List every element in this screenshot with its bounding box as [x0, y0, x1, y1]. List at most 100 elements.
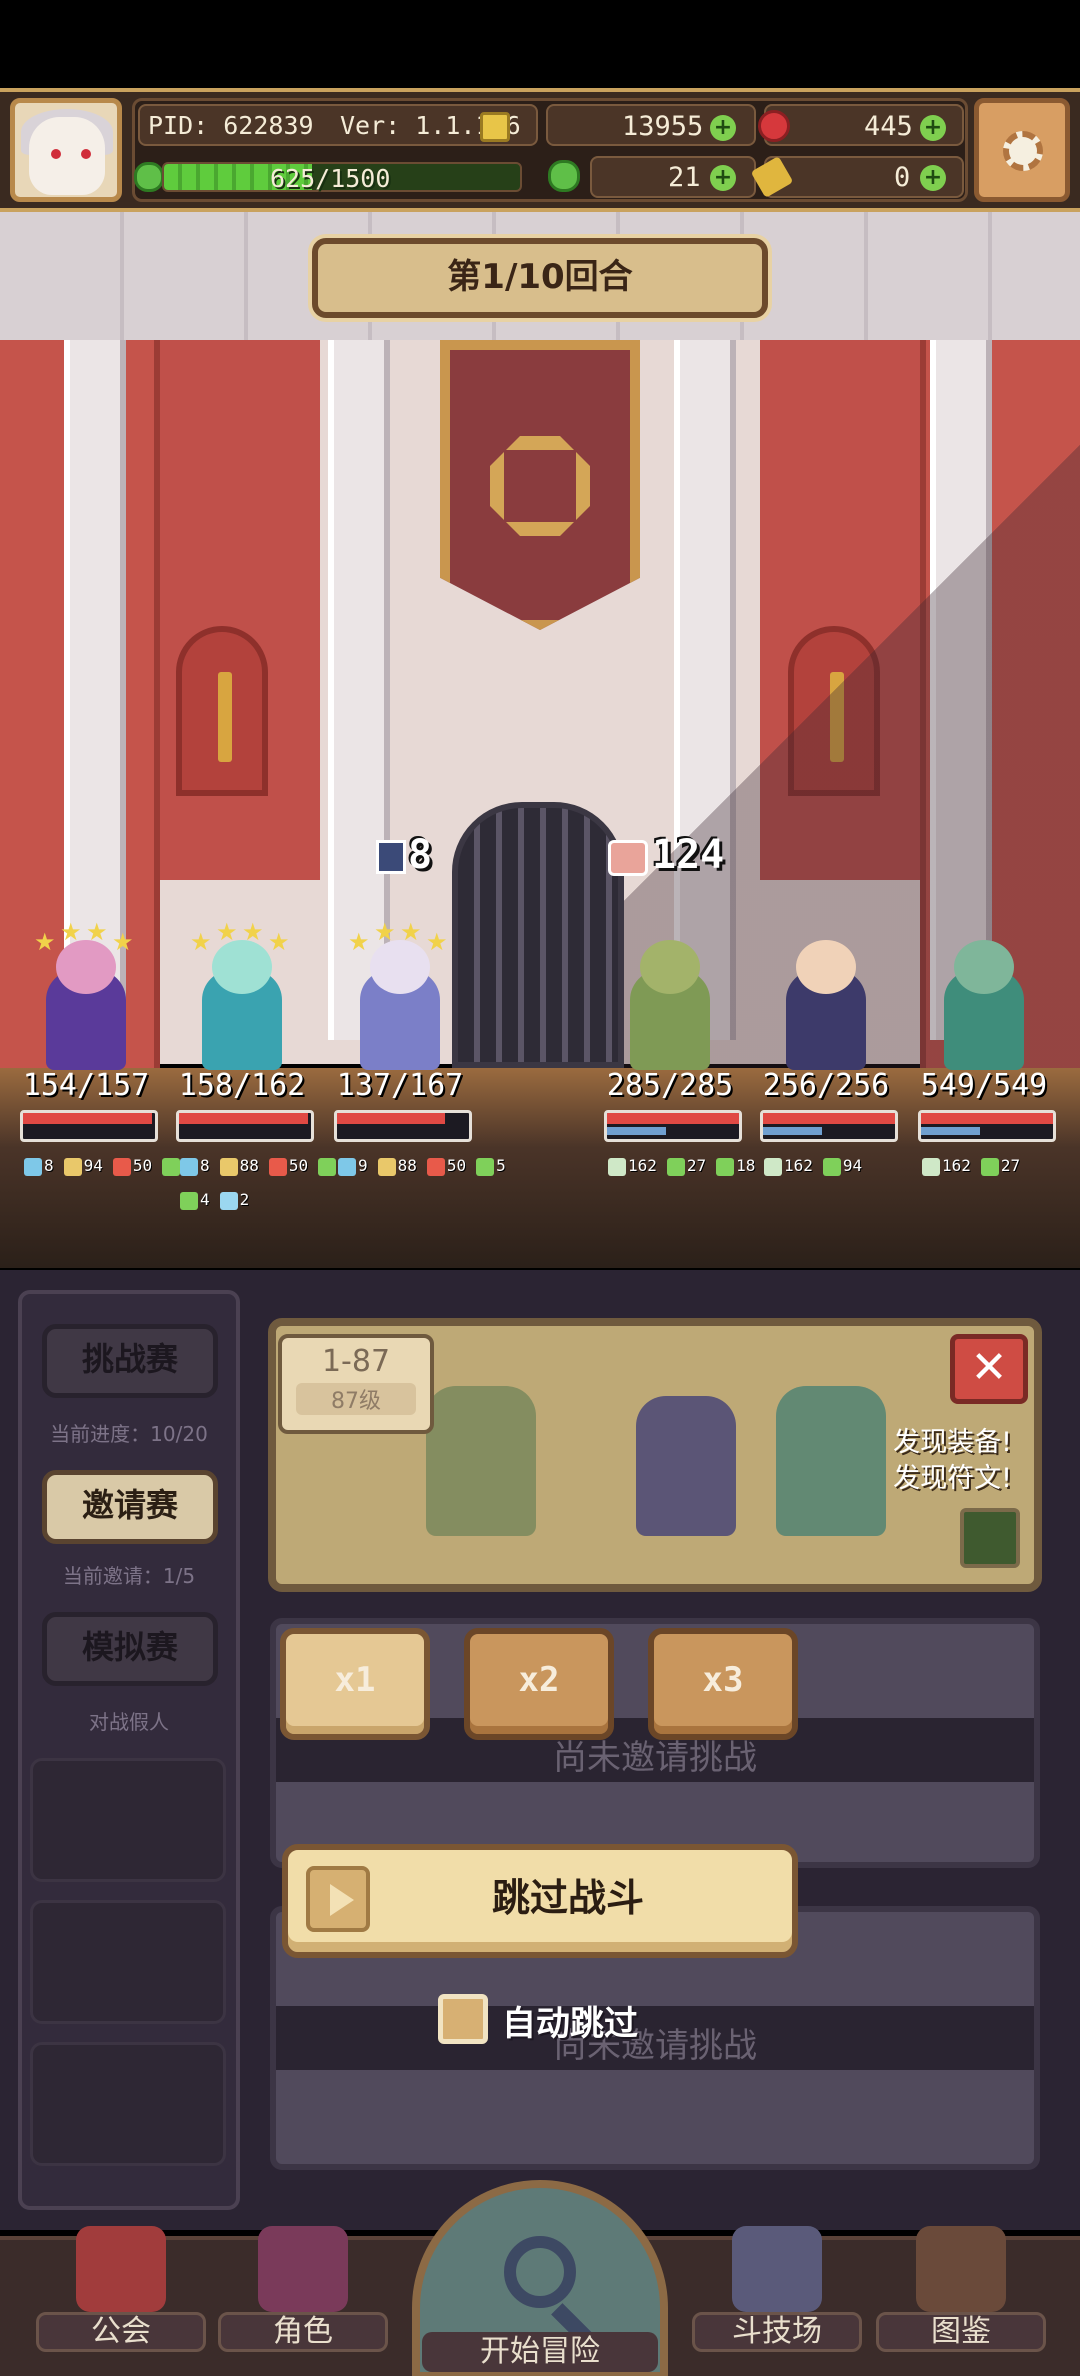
add-gem-plus-icon[interactable]: + — [920, 115, 946, 141]
gold-coin-icon — [480, 112, 510, 142]
player-id: PID: 622839 — [148, 111, 314, 140]
found-rune-text: 发现符文! — [893, 1463, 1012, 1494]
buff-row: 888504 — [180, 1156, 358, 1176]
arrow-icon — [716, 1157, 735, 1176]
found-equipment-text: 发现装备! — [893, 1427, 1012, 1458]
cap-icon — [268, 1157, 287, 1176]
shield-icon — [180, 1157, 198, 1176]
round-counter: 第1/10回合 — [447, 257, 633, 297]
star-icon: ★ — [348, 928, 370, 956]
round-banner: 第1/10回合 — [312, 238, 768, 318]
unit-head — [796, 940, 856, 994]
skull-icon — [922, 1157, 940, 1176]
star-icon: ★ — [374, 918, 396, 946]
enemy-unit[interactable] — [610, 920, 730, 1070]
ally-unit[interactable]: ★ ★ ★ ★ — [26, 918, 146, 1070]
buff-value: 5 — [496, 1156, 506, 1175]
hp-bar-fill — [23, 1113, 153, 1124]
nav-adventure-label: 开始冒险 — [422, 2332, 658, 2372]
star-icon: ★ — [400, 918, 422, 946]
speed-x2-button[interactable]: x2 — [464, 1628, 614, 1740]
portcullis-gate — [452, 802, 624, 1068]
star-icon: ★ — [34, 928, 56, 956]
invite-mode-button[interactable]: 邀请赛 — [42, 1470, 218, 1544]
hp-bar — [604, 1110, 742, 1142]
energy-bar-fill — [607, 1127, 667, 1135]
enemy-unit[interactable] — [924, 920, 1044, 1070]
buff-value: 162 — [942, 1156, 971, 1175]
nav-guild[interactable]: 公会 — [36, 2226, 206, 2352]
thumbs-up-button[interactable] — [960, 1508, 1020, 1568]
arrow-icon — [980, 1157, 999, 1176]
red-gem-icon — [758, 110, 790, 142]
empty-slot — [30, 1758, 226, 1882]
simulation-subtitle: 对战假人 — [89, 1710, 169, 1734]
hammer-amount: 0 — [894, 162, 911, 193]
ally-unit[interactable]: ★ ★ ★ ★ — [340, 918, 460, 1070]
simulation-mode-button[interactable]: 模拟赛 — [42, 1612, 218, 1686]
arrow-icon — [318, 1157, 337, 1176]
crossed-swords-icon — [732, 2226, 822, 2312]
stage-number: 1-87 — [321, 1344, 391, 1379]
nav-character-label: 角色 — [218, 2312, 388, 2352]
buff-row: 162 27 — [922, 1156, 1030, 1176]
settings-button[interactable] — [974, 98, 1070, 202]
unit-head — [212, 940, 272, 994]
hp-bar-fill — [921, 1113, 1053, 1124]
close-button[interactable]: ✕ — [950, 1334, 1028, 1404]
ally-unit[interactable]: ★ ★ ★ ★ — [182, 918, 302, 1070]
enemy-unit[interactable] — [766, 920, 886, 1070]
red-wall-panel — [160, 340, 320, 880]
unit-head — [954, 940, 1014, 994]
speed-x1-button[interactable]: x1 — [280, 1628, 430, 1740]
nav-guild-label: 公会 — [36, 2312, 206, 2352]
hp-bar-fill — [763, 1113, 895, 1124]
buff-value: 88 — [397, 1156, 417, 1175]
nav-arena[interactable]: 斗技场 — [692, 2226, 862, 2352]
buff-value: 94 — [83, 1156, 103, 1175]
buff-value: 4 — [200, 1190, 210, 1209]
buff-row: 42 — [180, 1190, 259, 1210]
nav-codex[interactable]: 图鉴 — [876, 2226, 1046, 2352]
arrow-icon — [666, 1157, 685, 1176]
skull-icon — [608, 1157, 626, 1176]
nav-arena-label: 斗技场 — [692, 2312, 862, 2352]
empty-slot — [30, 1900, 226, 2024]
unit-head — [370, 940, 430, 994]
speed-x3-button[interactable]: x3 — [648, 1628, 798, 1740]
buff-row: 162 94 — [764, 1156, 872, 1176]
hp-text: 549/549 — [920, 1068, 1048, 1103]
avatar-eye — [51, 149, 61, 159]
buff-value: 27 — [686, 1156, 707, 1175]
star-icon: ★ — [60, 918, 82, 946]
nav-character[interactable]: 角色 — [218, 2226, 388, 2352]
shield-icon — [338, 1157, 356, 1176]
fist-icon — [608, 840, 648, 876]
sword-icon — [218, 672, 232, 762]
character-face-icon — [258, 2226, 348, 2312]
gem-amount: 445 — [864, 111, 913, 142]
star-icon: ★ — [242, 918, 264, 946]
skip-battle-button[interactable]: 跳过战斗 — [282, 1844, 798, 1958]
add-hammer-plus-icon[interactable]: + — [920, 165, 946, 191]
skull-icon — [764, 1157, 782, 1176]
cap-icon — [426, 1157, 445, 1176]
sword-niche — [176, 626, 268, 796]
hp-text: 256/256 — [762, 1068, 890, 1103]
invite-progress: 当前邀请：1/5 — [62, 1564, 196, 1588]
clover-icon — [548, 160, 580, 192]
add-clover-plus-icon[interactable]: + — [710, 165, 736, 191]
player-avatar[interactable] — [10, 98, 122, 202]
buff-value: 88 — [239, 1156, 259, 1175]
exp-clover-icon — [134, 162, 164, 192]
unit-head — [56, 940, 116, 994]
avatar-face — [29, 117, 105, 195]
hp-bar-fill — [337, 1113, 446, 1124]
book-icon — [916, 2226, 1006, 2312]
add-gold-plus-icon[interactable]: + — [710, 115, 736, 141]
buff-row: 894504 — [24, 1156, 202, 1176]
shield-icon — [24, 1157, 42, 1176]
challenge-mode-button[interactable]: 挑战赛 — [42, 1324, 218, 1398]
auto-skip-checkbox[interactable] — [438, 1994, 488, 2044]
scroll-icon — [377, 1157, 396, 1176]
